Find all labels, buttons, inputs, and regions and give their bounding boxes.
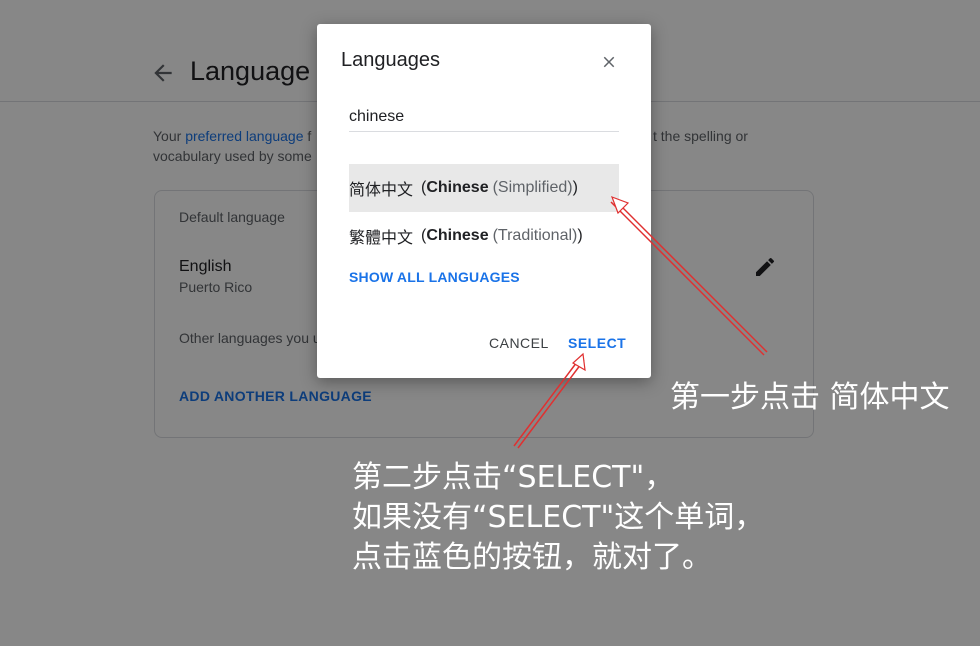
annotation-step-2-line: 如果没有“SELECT"这个单词， — [352, 500, 765, 535]
option-english-name: Chinese — [426, 179, 489, 196]
close-button[interactable] — [595, 48, 623, 76]
show-all-languages-button[interactable]: SHOW ALL LANGUAGES — [349, 269, 520, 285]
option-native-name: 简体中文 — [349, 182, 414, 199]
option-variant: (Traditional) — [492, 227, 578, 244]
annotation-step-1: 第一步点击 简体中文 — [670, 380, 950, 415]
close-icon — [603, 56, 615, 68]
cancel-button[interactable]: CANCEL — [489, 335, 549, 351]
option-chinese-traditional[interactable]: 繁體中文 (Chinese (Traditional)) — [349, 212, 619, 260]
select-button[interactable]: SELECT — [568, 335, 626, 351]
language-search-input[interactable] — [349, 106, 619, 132]
annotation-step-2: 第二步点击“SELECT"， 如果没有“SELECT"这个单词， 点击蓝色的按钮… — [352, 458, 764, 578]
dialog-title: Languages — [341, 49, 440, 71]
annotation-step-2-line: 点击蓝色的按钮，就对了。 — [352, 540, 712, 575]
option-chinese-simplified[interactable]: 简体中文 (Chinese (Simplified)) — [349, 164, 619, 212]
languages-dialog: Languages 简体中文 (Chinese(Simplified)) 繁體中… — [317, 24, 651, 378]
option-english-name: Chinese — [426, 227, 489, 244]
option-variant: (Simplified) — [492, 179, 573, 196]
option-native-name: 繁體中文 — [349, 230, 414, 247]
annotation-step-2-line: 第二步点击“SELECT"， — [352, 460, 675, 495]
